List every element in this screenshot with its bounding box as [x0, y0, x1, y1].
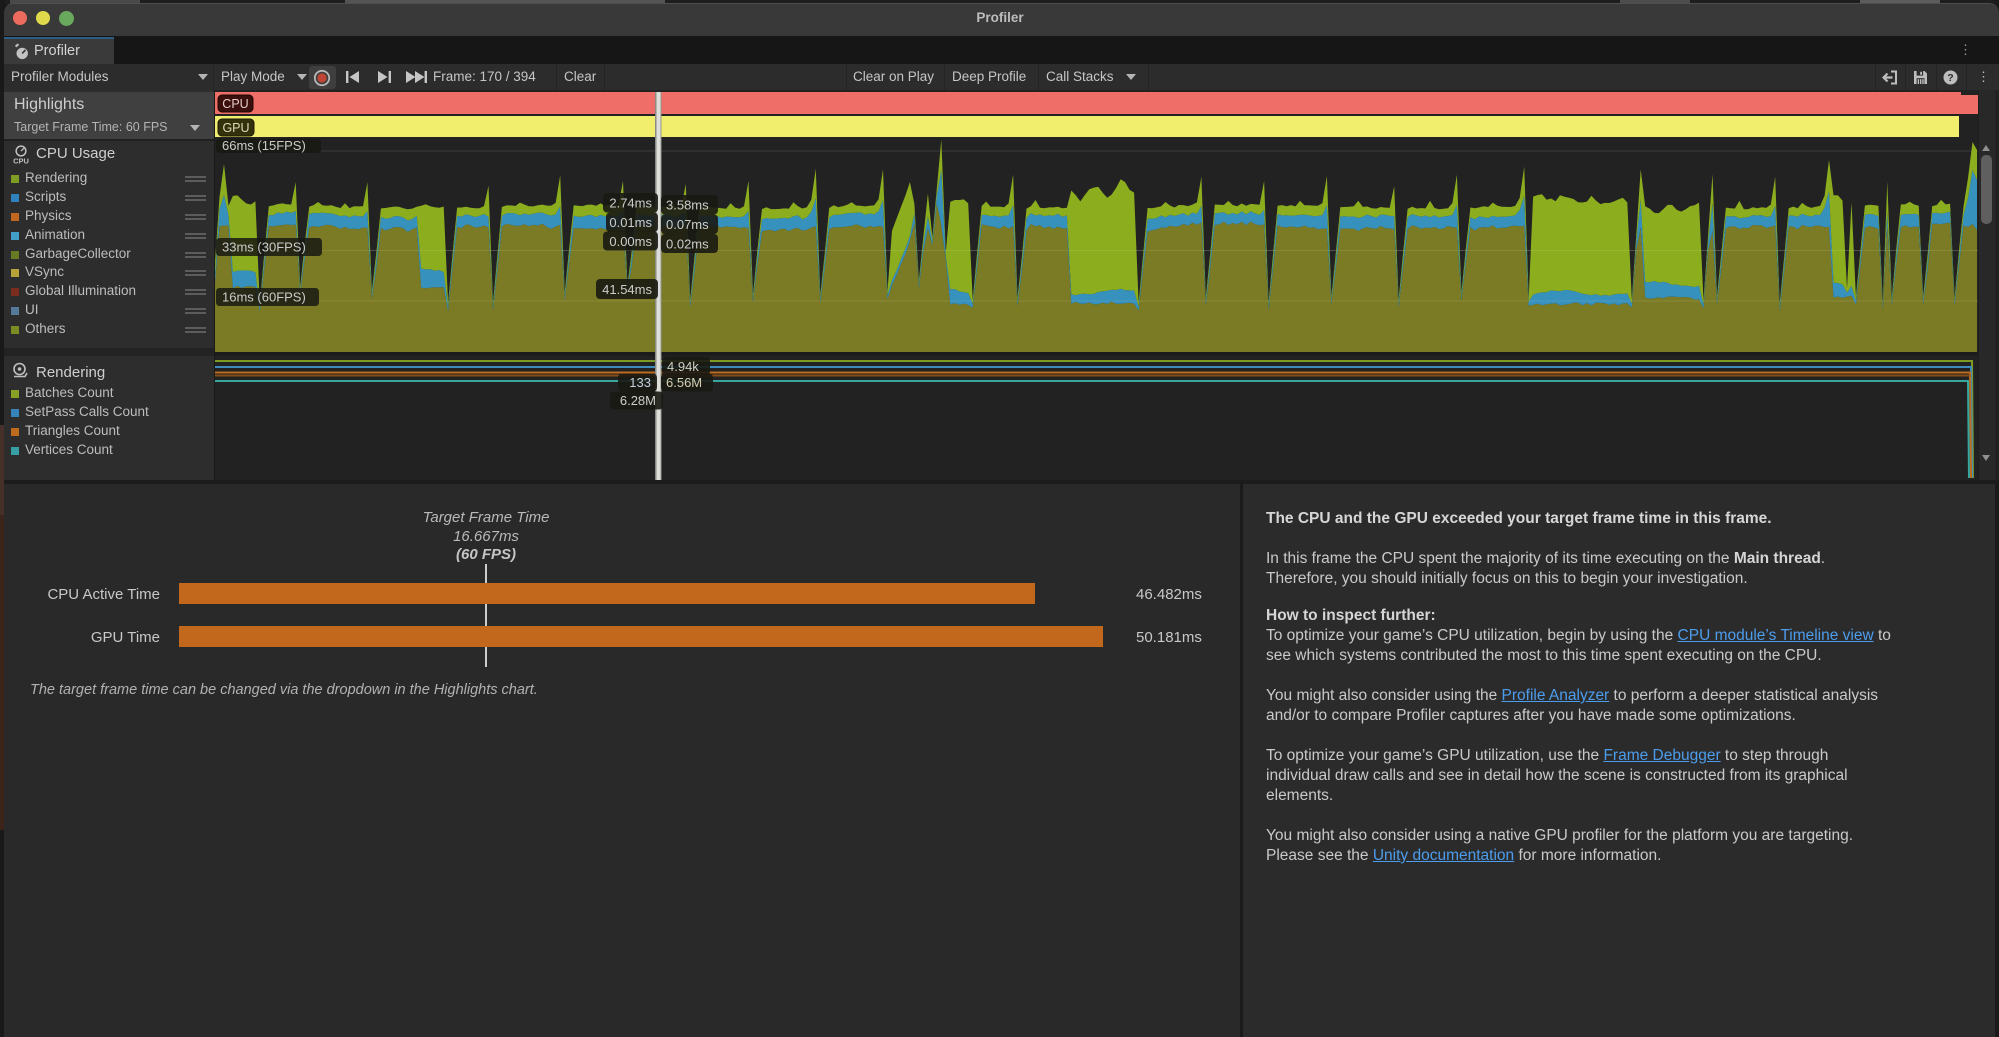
- svg-text:66ms (15FPS): 66ms (15FPS): [222, 138, 306, 153]
- svg-text:4.94k: 4.94k: [667, 359, 699, 374]
- svg-text:3.58ms: 3.58ms: [666, 198, 709, 213]
- svg-text:2.74ms: 2.74ms: [609, 196, 652, 211]
- svg-text:CPU: CPU: [222, 97, 248, 111]
- svg-text:6.56M: 6.56M: [666, 375, 702, 390]
- svg-text:41.54ms: 41.54ms: [602, 282, 652, 297]
- svg-text:133: 133: [629, 375, 651, 390]
- svg-text:GPU: GPU: [222, 121, 249, 135]
- svg-text:0.02ms: 0.02ms: [666, 237, 709, 252]
- svg-text:0.00ms: 0.00ms: [609, 234, 652, 249]
- svg-text:?: ?: [1947, 72, 1953, 84]
- svg-text:0.07ms: 0.07ms: [666, 217, 709, 232]
- svg-text:0.01ms: 0.01ms: [609, 215, 652, 230]
- svg-text:6.28M: 6.28M: [620, 393, 656, 408]
- svg-text:CPU: CPU: [13, 157, 29, 166]
- svg-text:16ms (60FPS): 16ms (60FPS): [222, 290, 306, 305]
- svg-text:33ms (30FPS): 33ms (30FPS): [222, 240, 306, 255]
